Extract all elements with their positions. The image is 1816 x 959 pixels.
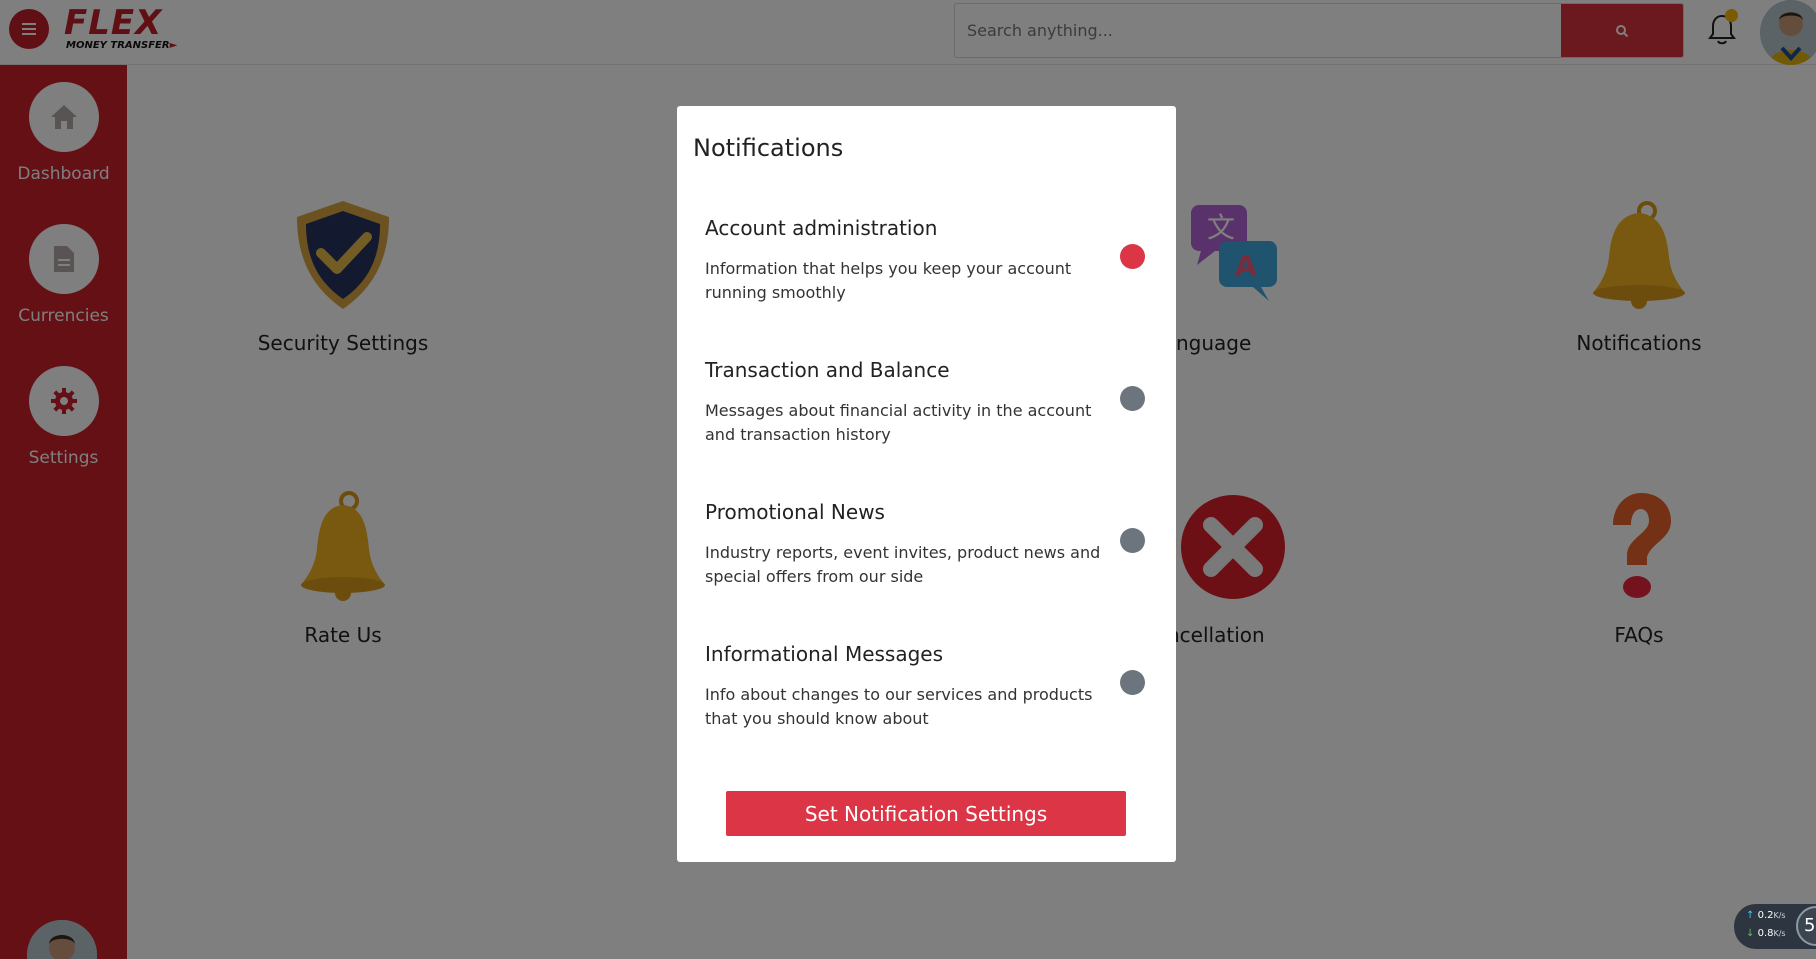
notification-option-description: Info about changes to our services and p… bbox=[705, 685, 1093, 728]
set-notification-settings-button[interactable]: Set Notification Settings bbox=[726, 791, 1126, 836]
notification-option-informational-messages: Informational Messages Info about change… bbox=[705, 642, 1145, 731]
network-speed-widget[interactable]: ↑ 0.2K/s ↓ 0.8K/s 5 bbox=[1734, 904, 1816, 949]
notification-toggle-disabled[interactable] bbox=[1120, 386, 1145, 411]
upload-speed: 0.2 bbox=[1757, 910, 1774, 921]
modal-title: Notifications bbox=[693, 134, 844, 162]
notification-option-title: Transaction and Balance bbox=[705, 358, 950, 382]
notification-option-description: Information that helps you keep your acc… bbox=[705, 259, 1072, 302]
notification-option-title: Promotional News bbox=[705, 500, 885, 524]
notification-toggle-enabled[interactable] bbox=[1120, 244, 1145, 269]
notification-option-description: Messages about financial activity in the… bbox=[705, 401, 1092, 444]
notification-option-description: Industry reports, event invites, product… bbox=[705, 543, 1101, 586]
notifications-modal: Notifications Account administration Inf… bbox=[677, 106, 1176, 862]
notification-option-account-administration: Account administration Information that … bbox=[705, 216, 1145, 305]
upload-arrow-icon: ↑ bbox=[1746, 910, 1755, 921]
download-speed: 0.8 bbox=[1757, 928, 1774, 939]
speed-unit: K/s bbox=[1773, 929, 1786, 938]
widget-ring: 5 bbox=[1796, 906, 1816, 946]
notification-option-title: Informational Messages bbox=[705, 642, 944, 666]
notification-option-title: Account administration bbox=[705, 216, 938, 240]
notification-toggle-disabled[interactable] bbox=[1120, 670, 1145, 695]
speed-unit: K/s bbox=[1773, 911, 1786, 920]
notification-option-transaction-balance: Transaction and Balance Messages about f… bbox=[705, 358, 1145, 447]
notification-option-promotional-news: Promotional News Industry reports, event… bbox=[705, 500, 1145, 589]
download-arrow-icon: ↓ bbox=[1746, 928, 1755, 939]
notification-toggle-disabled[interactable] bbox=[1120, 528, 1145, 553]
